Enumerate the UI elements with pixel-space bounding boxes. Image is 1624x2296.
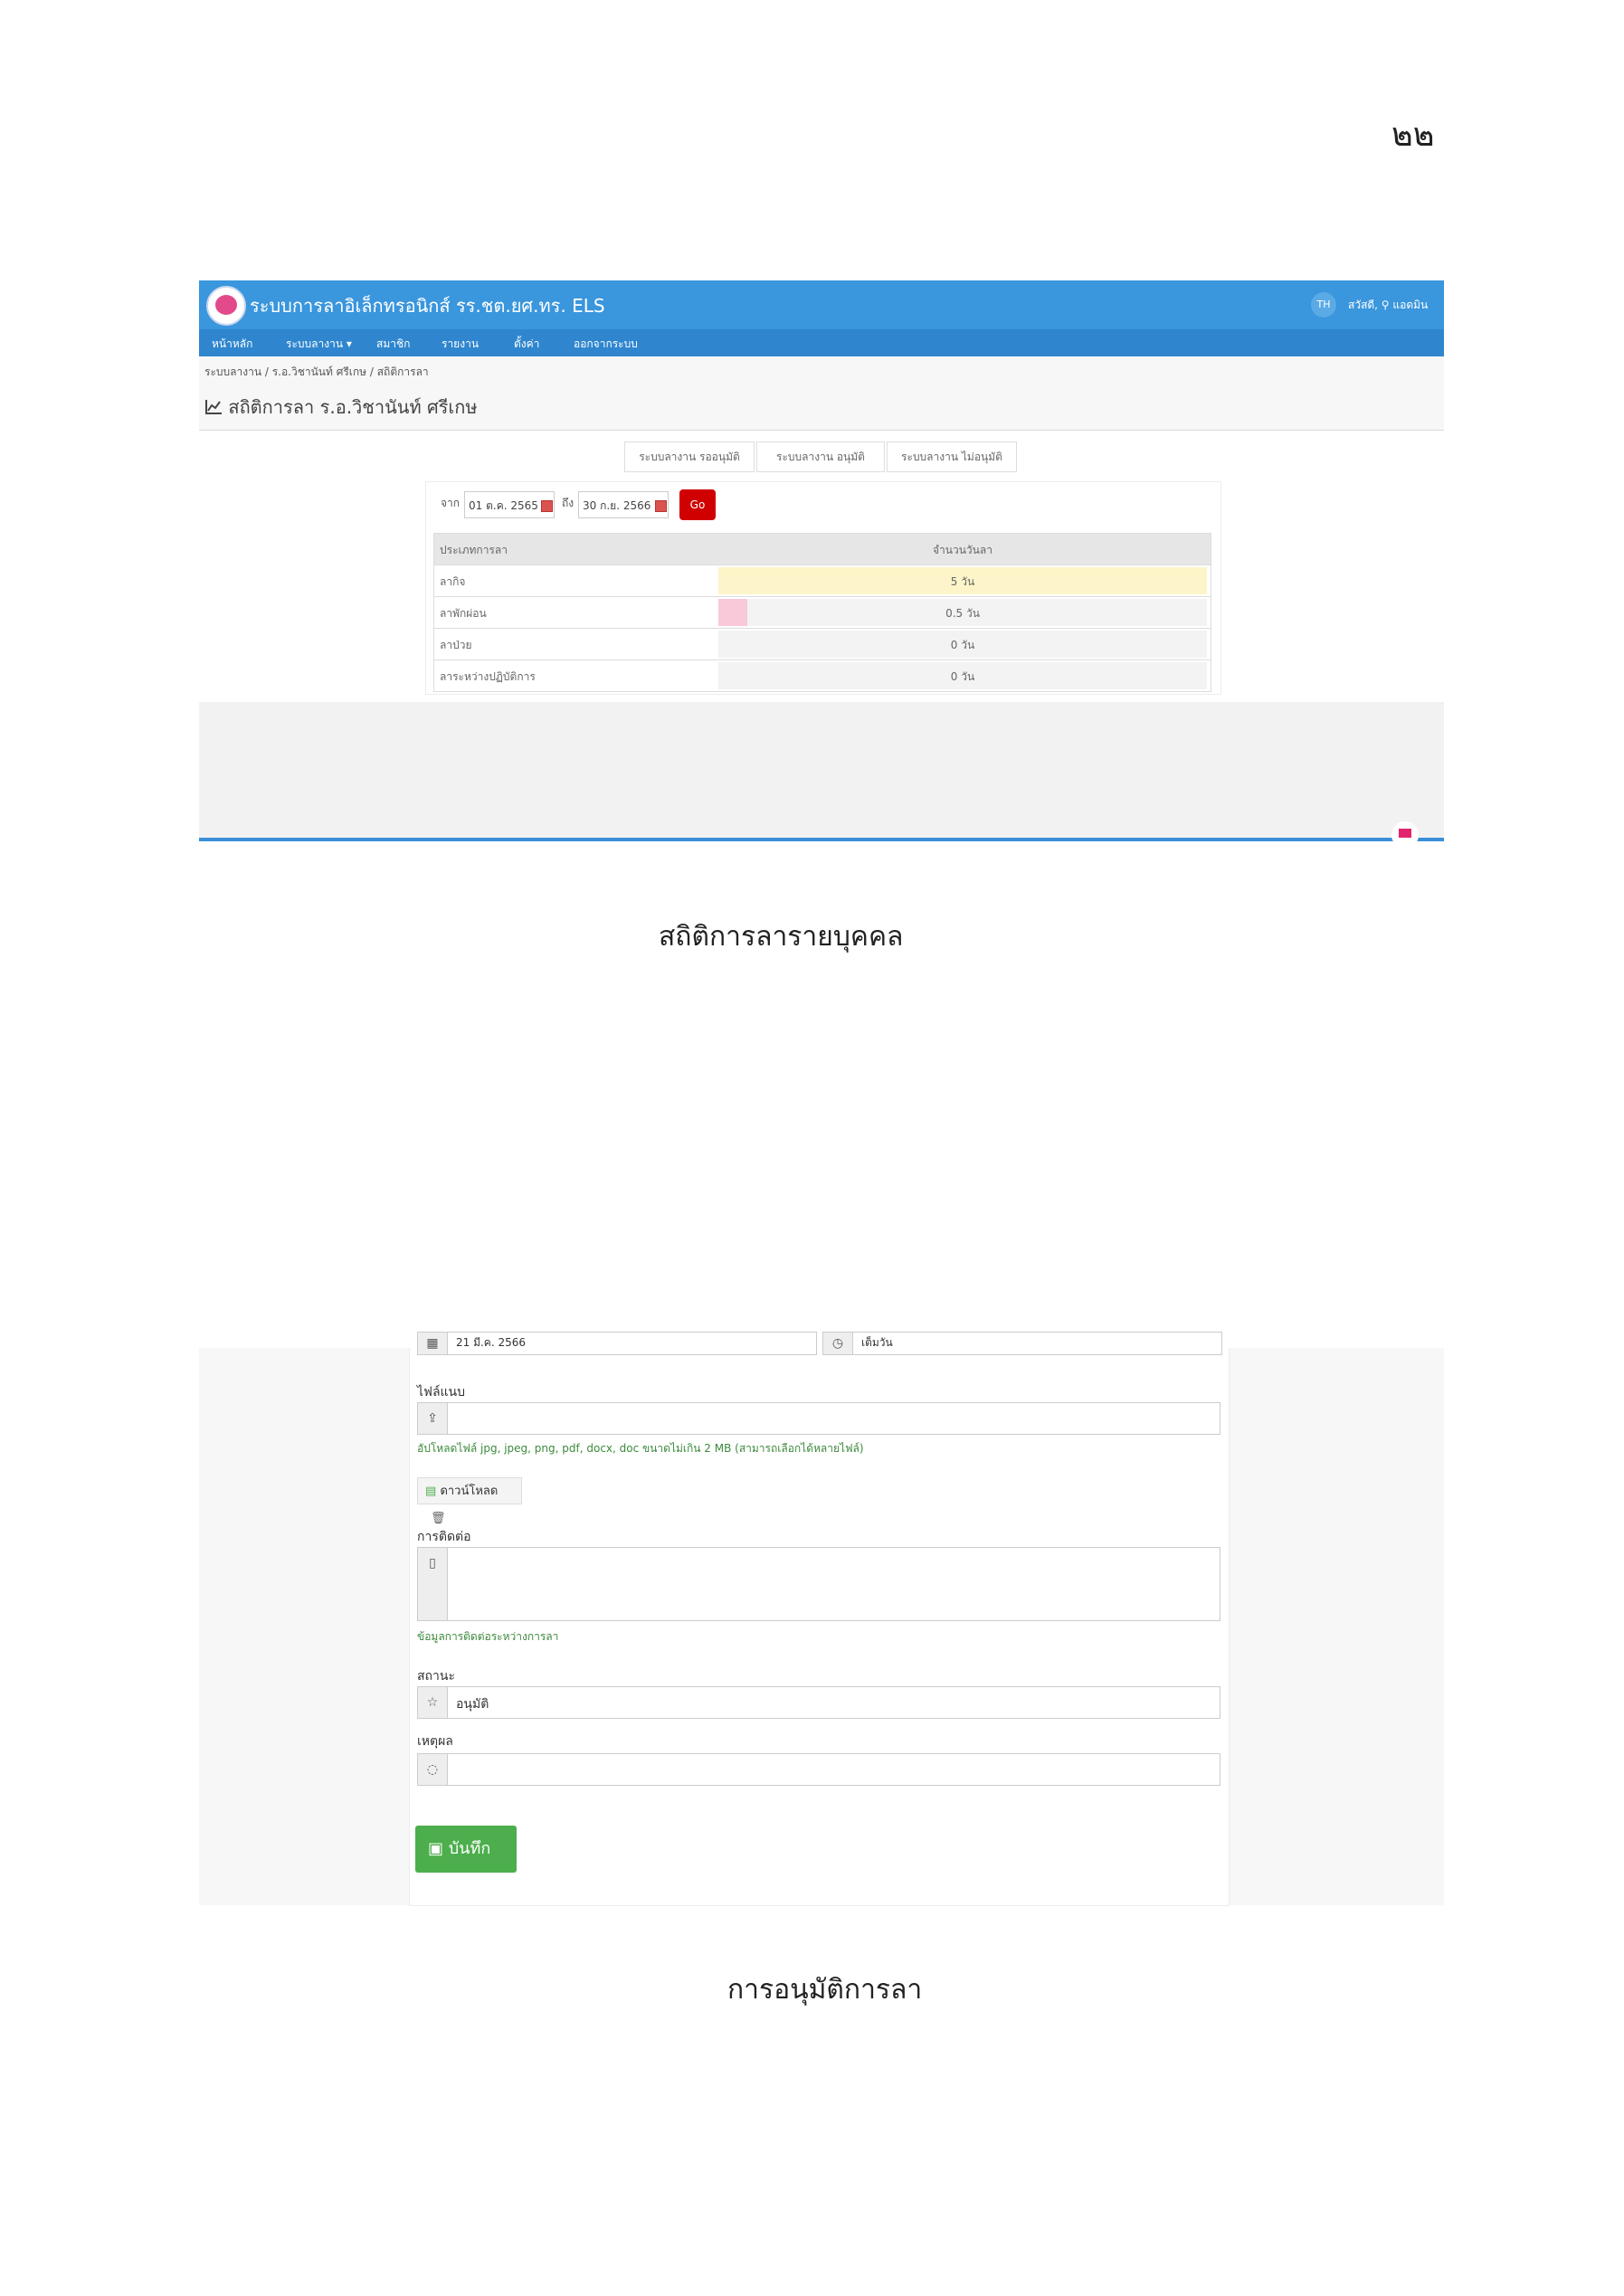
- status-value: อนุมัติ: [456, 1697, 489, 1712]
- nav-settings[interactable]: ตั้งค่า: [514, 336, 539, 353]
- page-title: สถิติการลา ร.อ.วิชานันท์ ศรีเกษ: [204, 393, 478, 422]
- nav-home[interactable]: หน้าหลัก: [212, 336, 252, 353]
- status-label: สถานะ: [417, 1669, 455, 1684]
- upload-icon: ⇪: [418, 1403, 448, 1434]
- chart-line-icon: [205, 400, 222, 414]
- table-row: ลาพักผ่อน 0.5 วัน: [433, 597, 1211, 629]
- leave-time-field[interactable]: ◷ เต็มวัน: [822, 1332, 1222, 1355]
- download-button[interactable]: ▤ ดาวน์โหลด 🗑: [417, 1477, 522, 1525]
- leave-date-field[interactable]: ▦ 21 มี.ค. 2566: [417, 1332, 817, 1355]
- tab-approved[interactable]: ระบบลางาน อนุมัติ: [756, 441, 885, 472]
- leave-days-value: 5 วัน: [950, 575, 975, 588]
- trash-icon[interactable]: 🗑: [431, 1512, 446, 1525]
- comment-icon: ◌: [418, 1754, 448, 1785]
- leave-type: ลากิจ: [440, 575, 466, 588]
- top-bar: ระบบการลาอิเล็กทรอนิกส์ รร.ชต.ยศ.ทร. ELS…: [199, 280, 1444, 329]
- attach-help: อัปโหลดไฟล์ jpg, jpeg, png, pdf, docx, d…: [417, 1442, 864, 1455]
- file-icon: ▤: [425, 1485, 437, 1498]
- leave-type: ลาพักผ่อน: [440, 607, 487, 620]
- breadcrumb: ระบบลางาน / ร.อ.วิชานันท์ ศรีเกษ / สถิติ…: [204, 365, 429, 378]
- leave-days-value: 0 วัน: [950, 670, 975, 683]
- page-title-text: สถิติการลา ร.อ.วิชานันท์ ศรีเกษ: [228, 396, 478, 418]
- leave-type: ลาระหว่างปฏิบัติการ: [440, 670, 536, 683]
- nav-reports[interactable]: รายงาน: [442, 336, 479, 353]
- file-upload-input[interactable]: ⇪: [417, 1402, 1220, 1435]
- user-greeting[interactable]: สวัสดี, ⚲ แอดมิน: [1348, 297, 1428, 314]
- caption-approval: การอนุมัติการลา: [727, 1974, 923, 2006]
- page-number: ๒๒: [1391, 117, 1435, 154]
- download-label: ดาวน์โหลด: [440, 1485, 499, 1498]
- leave-statistics-screenshot: ระบบการลาอิเล็กทรอนิกส์ รร.ชต.ยศ.ทร. ELS…: [199, 280, 1444, 849]
- column-header-days: จำนวนวันลา: [933, 544, 992, 556]
- tab-pending[interactable]: ระบบลางาน รออนุมัติ: [624, 441, 755, 472]
- logo-emblem-icon: [215, 295, 237, 315]
- logo: [206, 286, 246, 326]
- statistics-card: จาก 01 ต.ค. 2565 ถึง 30 ก.ย. 2566 Go ประ…: [425, 481, 1221, 695]
- table-header-row: ประเภทการลา จำนวนวันลา: [433, 533, 1211, 565]
- save-button[interactable]: ▣ บันทึก: [415, 1826, 517, 1873]
- from-label: จาก: [441, 497, 461, 509]
- save-label: บันทึก: [448, 1839, 491, 1858]
- leave-table: ประเภทการลา จำนวนวันลา ลากิจ 5 วันลาพักผ่…: [433, 533, 1211, 692]
- main-nav: หน้าหลัก ระบบลางาน ▾ สมาชิก รายงาน ตั้งค…: [199, 329, 1444, 356]
- reason-input[interactable]: ◌: [417, 1753, 1220, 1786]
- status-select[interactable]: ☆ อนุมัติ: [417, 1686, 1220, 1719]
- nav-logout[interactable]: ออกจากระบบ: [574, 336, 638, 353]
- leave-days-value: 0 วัน: [950, 639, 975, 651]
- nav-members[interactable]: สมาชิก: [376, 336, 410, 353]
- app-title[interactable]: ระบบการลาอิเล็กทรอนิกส์ รร.ชต.ยศ.ทร. ELS: [250, 291, 605, 320]
- floppy-icon: ▣: [428, 1839, 444, 1858]
- table-row: ลากิจ 5 วัน: [433, 565, 1211, 597]
- calendar-icon[interactable]: [655, 500, 667, 512]
- calendar-icon: ▦: [418, 1333, 448, 1354]
- caption-statistics: สถิติการลารายบุคคล: [659, 921, 904, 953]
- go-button[interactable]: Go: [679, 489, 716, 520]
- contact-help: ข้อมูลการติดต่อระหว่างการลา: [417, 1630, 559, 1643]
- leave-days-value: 0.5 วัน: [945, 607, 980, 620]
- leave-approval-screenshot: ▦ 21 มี.ค. 2566 ◷ เต็มวัน ไฟล์แนบ ⇪ อัปโ…: [199, 1332, 1444, 1906]
- tab-rejected[interactable]: ระบบลางาน ไม่อนุมัติ: [887, 441, 1017, 472]
- truck-icon[interactable]: [1391, 821, 1419, 849]
- calendar-icon[interactable]: [541, 500, 553, 512]
- table-row: ลาระหว่างปฏิบัติการ 0 วัน: [433, 660, 1211, 692]
- approval-form: ▦ 21 มี.ค. 2566 ◷ เต็มวัน ไฟล์แนบ ⇪ อัปโ…: [409, 1332, 1230, 1906]
- table-row: ลาป่วย 0 วัน: [433, 629, 1211, 660]
- leave-date-value: 21 มี.ค. 2566: [456, 1336, 527, 1349]
- leave-time-value: เต็มวัน: [861, 1336, 893, 1349]
- attach-label: ไฟล์แนบ: [417, 1385, 466, 1399]
- footer-area: [199, 702, 1444, 838]
- star-icon: ☆: [418, 1687, 448, 1718]
- reason-label: เหตุผล: [417, 1734, 453, 1749]
- document-icon: ▯: [418, 1548, 448, 1620]
- nav-leave-system[interactable]: ระบบลางาน ▾: [286, 336, 352, 353]
- contact-label: การติดต่อ: [417, 1530, 471, 1544]
- to-label: ถึง: [562, 497, 575, 509]
- contact-textarea[interactable]: ▯: [417, 1547, 1220, 1621]
- clock-icon: ◷: [823, 1333, 853, 1354]
- leave-type: ลาป่วย: [440, 639, 472, 651]
- language-badge[interactable]: TH: [1311, 292, 1336, 318]
- column-header-type: ประเภทการลา: [440, 544, 508, 556]
